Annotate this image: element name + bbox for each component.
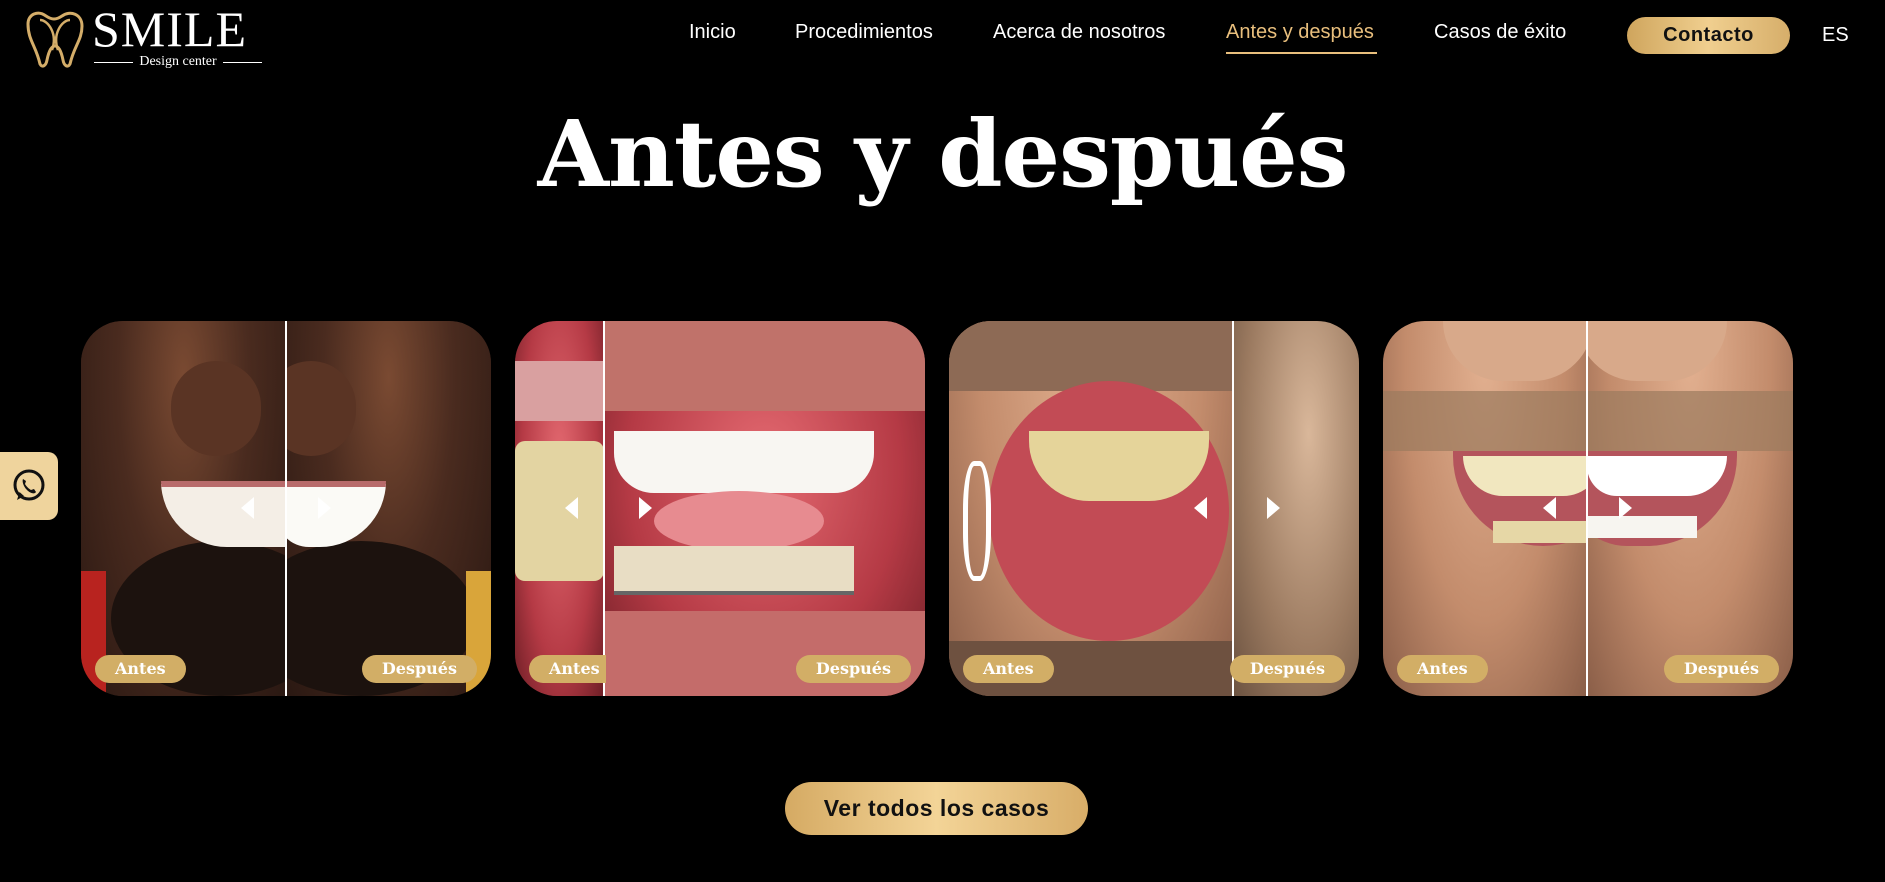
nav-item-casos-exito[interactable]: Casos de éxito (1434, 18, 1566, 46)
before-label: Antes (95, 655, 186, 683)
before-after-card[interactable]: Antes Después (1383, 321, 1793, 696)
brand-tagline: Design center (94, 54, 262, 70)
after-label: Después (1229, 655, 1345, 683)
brand-name: SMILE (92, 1, 247, 57)
after-label: Después (361, 655, 477, 683)
slider-right-arrow-icon[interactable] (318, 497, 331, 519)
before-image (1383, 321, 1587, 696)
slider-left-arrow-icon[interactable] (1194, 497, 1207, 519)
nav-item-inicio[interactable]: Inicio (689, 18, 736, 46)
whatsapp-button[interactable] (0, 452, 58, 520)
whatsapp-icon (13, 469, 45, 501)
before-after-card[interactable]: Antes Después (81, 321, 491, 696)
before-image (81, 321, 286, 696)
before-label: Antes (1397, 655, 1488, 683)
slider-left-arrow-icon[interactable] (1543, 497, 1556, 519)
before-image (515, 321, 604, 696)
after-label: Después (795, 655, 911, 683)
before-image (949, 321, 1233, 696)
slider-right-arrow-icon[interactable] (1267, 497, 1280, 519)
tooth-logo-icon (26, 11, 84, 68)
language-selector[interactable]: ES (1822, 24, 1849, 47)
slider-right-arrow-icon[interactable] (639, 497, 652, 519)
page-title: Antes y después (537, 100, 1349, 208)
before-after-card[interactable]: Antes Después (515, 321, 925, 696)
slider-divider[interactable] (1232, 321, 1234, 696)
view-all-cases-button[interactable]: Ver todos los casos (785, 782, 1088, 835)
brand-logo[interactable]: SMILE Design center (22, 4, 246, 69)
nav-active-underline (1226, 52, 1377, 54)
contact-button[interactable]: Contacto (1627, 17, 1790, 54)
before-label: Antes (963, 655, 1054, 683)
slider-left-arrow-icon[interactable] (565, 497, 578, 519)
slider-left-arrow-icon[interactable] (241, 497, 254, 519)
slider-divider[interactable] (603, 321, 605, 696)
slider-divider[interactable] (1586, 321, 1588, 696)
after-label: Después (1663, 655, 1779, 683)
nav-item-procedimientos[interactable]: Procedimientos (795, 18, 933, 46)
after-image (1587, 321, 1793, 696)
after-image (1233, 321, 1359, 696)
slider-right-arrow-icon[interactable] (1619, 497, 1632, 519)
nav-item-acerca[interactable]: Acerca de nosotros (993, 18, 1165, 46)
before-after-card[interactable]: Antes Después (949, 321, 1359, 696)
after-image (286, 321, 491, 696)
before-label: Antes (529, 655, 606, 683)
nav-item-antes-despues[interactable]: Antes y después (1226, 18, 1374, 46)
after-image (604, 321, 925, 696)
slider-divider[interactable] (285, 321, 287, 696)
